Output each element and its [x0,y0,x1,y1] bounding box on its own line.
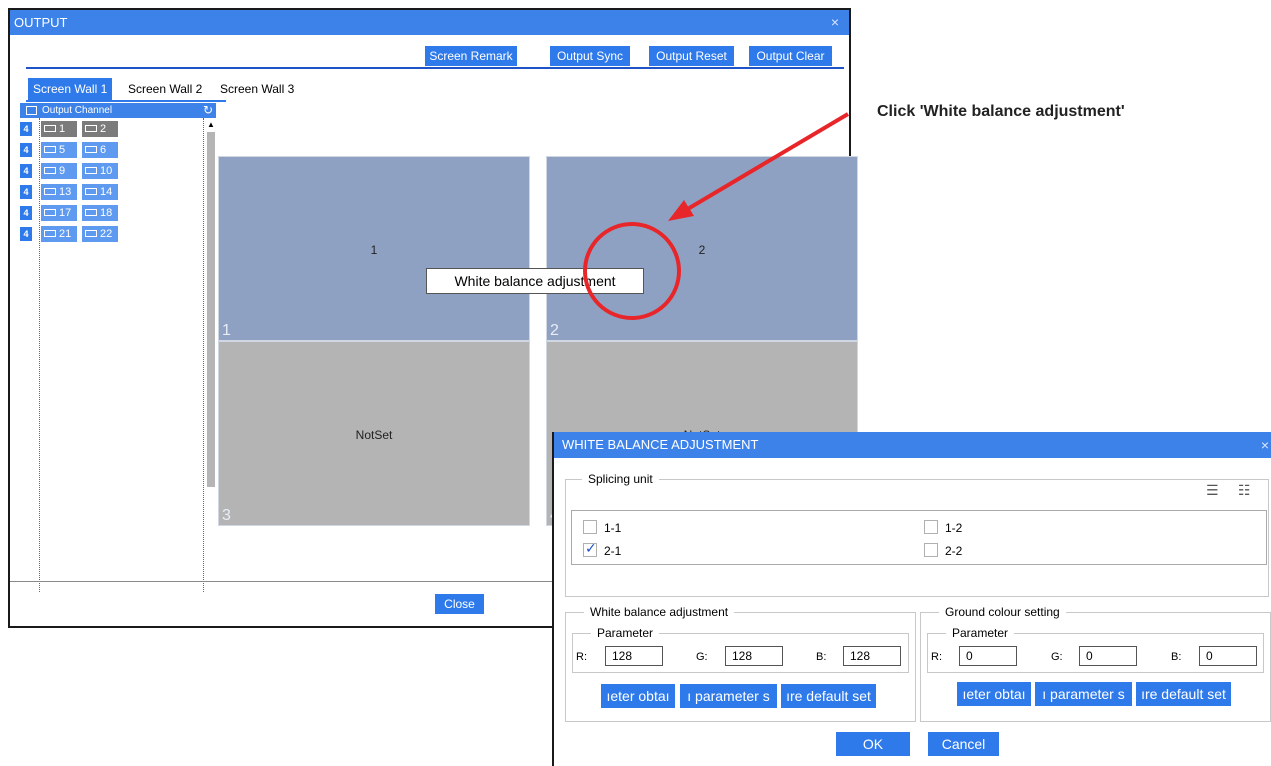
unit-checkbox-2-2[interactable] [924,543,938,557]
unit-label: 2-1 [604,544,622,558]
unit-label: 1-2 [945,521,963,535]
gc-r-input[interactable]: 0 [959,646,1017,666]
unit-checkbox-1-2[interactable] [924,520,938,534]
white-balance-legend: White balance adjustment [584,605,735,619]
check-list-icon[interactable]: ☰ [1206,482,1219,499]
wb-parameter-obtain-button[interactable]: ıeter obtaı [601,684,675,708]
g-label: G: [1051,651,1063,663]
close-icon[interactable]: × [1261,432,1269,458]
splicing-unit-legend: Splicing unit [582,472,659,486]
unit-label: 1-1 [604,521,622,535]
gc-parameter-legend: Parameter [946,626,1015,640]
gc-parameter-obtain-button[interactable]: ıeter obtaı [957,682,1031,706]
r-label: R: [576,651,587,663]
gc-restore-default-button[interactable]: ıre default set [1136,682,1231,706]
wb-g-input[interactable]: 128 [725,646,783,666]
check-icon: ✓ [585,540,597,556]
annotation-circle [583,222,681,320]
ground-colour-legend: Ground colour setting [939,605,1066,619]
gc-parameter-save-button[interactable]: ı parameter s [1035,682,1132,706]
unit-checkbox-1-1[interactable] [583,520,597,534]
splicing-unit-list [571,510,1267,565]
b-label: B: [1171,651,1182,663]
r-label: R: [931,651,942,663]
g-label: G: [696,651,708,663]
wb-title: WHITE BALANCE ADJUSTMENT [562,437,759,452]
cancel-button[interactable]: Cancel [928,732,999,756]
white-balance-dialog: WHITE BALANCE ADJUSTMENT × Splicing unit… [552,432,1271,766]
annotation-instruction: Click 'White balance adjustment' [877,103,1125,120]
ok-button[interactable]: OK [836,732,910,756]
wb-titlebar: WHITE BALANCE ADJUSTMENT × [554,432,1271,458]
b-label: B: [816,651,827,663]
gc-b-input[interactable]: 0 [1199,646,1257,666]
wb-parameter-save-button[interactable]: ı parameter s [680,684,777,708]
wb-r-input[interactable]: 128 [605,646,663,666]
wb-restore-default-button[interactable]: ıre default set [781,684,876,708]
unit-checkbox-2-1[interactable]: ✓ [583,540,597,557]
gc-g-input[interactable]: 0 [1079,646,1137,666]
wb-b-input[interactable]: 128 [843,646,901,666]
unit-label: 2-2 [945,544,963,558]
wb-parameter-legend: Parameter [591,626,660,640]
list-icon[interactable]: ☷ [1238,482,1251,499]
